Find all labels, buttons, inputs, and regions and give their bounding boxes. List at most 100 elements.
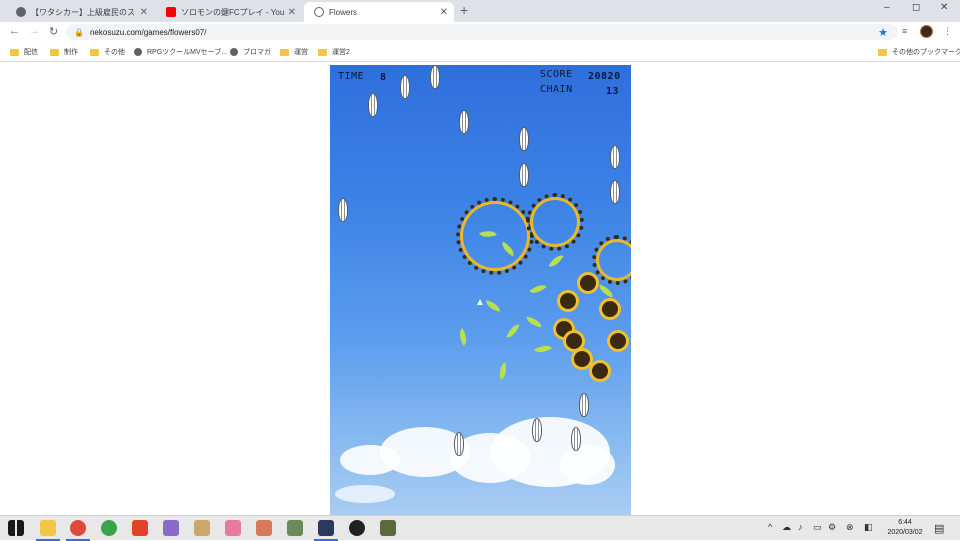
bookmark-label: 運営2 xyxy=(332,49,350,56)
falling-seed xyxy=(610,180,620,204)
other-bookmarks[interactable]: その他のブックマーク xyxy=(878,47,960,57)
falling-seed xyxy=(338,198,348,222)
falling-seed xyxy=(571,427,581,451)
notifications-icon[interactable]: ▤ xyxy=(934,522,944,535)
leaf xyxy=(497,362,509,380)
close-tab-icon[interactable]: ✕ xyxy=(440,7,448,18)
sunflower xyxy=(566,333,582,349)
chain-label: CHAIN xyxy=(540,84,573,95)
folder-icon xyxy=(280,48,289,56)
sunflower-ring xyxy=(526,193,584,251)
clock-date: 2020/03/02 xyxy=(887,529,923,536)
bookmarks-bar: 配信 制作 その他 RPGツクールMVセーブ... ブロマガ 運営 運営2 その… xyxy=(0,42,960,62)
tray-app-icon[interactable]: ◧ xyxy=(864,522,873,533)
url-text: nekosuzu.com/games/flowers07/ xyxy=(89,27,207,37)
tab-1[interactable]: 【ワタシカー】上級雇民のススメ【オンラ ✕ xyxy=(6,2,154,22)
bookmark-label: ブロマガ xyxy=(243,49,271,56)
sunflower xyxy=(592,363,608,379)
bookmark-item[interactable]: 制作 xyxy=(50,47,78,57)
volume-icon[interactable]: ♪ xyxy=(798,522,803,532)
tab-2[interactable]: ソロモンの鍵FCプレイ - YouTube ✕ xyxy=(156,2,302,22)
time-label: TIME xyxy=(338,71,365,82)
file-explorer-icon[interactable] xyxy=(36,520,60,541)
taskbar-clock[interactable]: 6:44 2020/03/02 xyxy=(880,518,930,538)
app-icon[interactable] xyxy=(101,520,117,536)
bookmark-label: 制作 xyxy=(64,49,78,56)
falling-seed xyxy=(532,418,542,442)
profile-avatar[interactable] xyxy=(920,25,933,38)
tab-3-active[interactable]: Flowers ✕ xyxy=(304,2,454,22)
cloud-icon[interactable]: ☁ xyxy=(782,522,791,533)
globe-icon xyxy=(134,48,142,56)
sunflower xyxy=(580,275,596,291)
office-icon[interactable] xyxy=(132,520,148,536)
leaf xyxy=(597,284,615,298)
sunflower xyxy=(574,351,590,367)
tray-chevron-icon[interactable]: ^ xyxy=(768,522,772,532)
youtube-favicon-icon xyxy=(166,7,176,17)
tray-app-icon[interactable]: ⚙ xyxy=(828,522,836,533)
lock-icon: 🔒 xyxy=(74,27,84,37)
bookmark-item[interactable]: RPGツクールMVセーブ... xyxy=(134,47,227,57)
chrome-icon[interactable] xyxy=(66,520,90,541)
sunflower-ring xyxy=(456,197,534,275)
folder-icon xyxy=(10,48,19,56)
leaf xyxy=(548,252,564,270)
falling-seed xyxy=(368,93,378,117)
score-value: 20820 xyxy=(588,71,621,82)
time-value: 8 xyxy=(380,72,387,83)
falling-seed xyxy=(454,432,464,456)
globe-icon xyxy=(230,48,238,56)
leaf xyxy=(529,280,547,298)
app-icon[interactable] xyxy=(314,520,338,541)
bookmark-item[interactable]: 配信 xyxy=(10,47,38,57)
app-icon[interactable] xyxy=(256,520,272,536)
bookmark-label: RPGツクールMVセーブ... xyxy=(147,49,228,56)
falling-seed xyxy=(579,393,589,417)
bookmark-label: その他のブックマーク xyxy=(892,49,960,56)
menu-dots-icon[interactable]: ⋮ xyxy=(943,26,952,37)
sunflower-ring xyxy=(592,235,631,285)
close-window-button[interactable]: ✕ xyxy=(940,2,948,13)
bookmark-item[interactable]: ブロマガ xyxy=(230,47,271,57)
new-tab-button[interactable]: + xyxy=(460,2,468,18)
close-tab-icon[interactable]: ✕ xyxy=(288,7,296,18)
cloud xyxy=(335,485,395,503)
reload-icon[interactable]: ↻ xyxy=(49,25,58,38)
bookmark-label: 運営 xyxy=(294,49,308,56)
falling-seed xyxy=(459,110,469,134)
tray-app-icon[interactable]: ⊗ xyxy=(846,522,854,533)
start-windows-icon[interactable] xyxy=(8,520,24,536)
leaf xyxy=(525,316,543,328)
falling-seed xyxy=(430,65,440,89)
tab-title: 【ワタシカー】上級雇民のススメ【オンラ xyxy=(31,7,136,17)
close-tab-icon[interactable]: ✕ xyxy=(140,7,148,18)
obs-icon[interactable] xyxy=(349,520,365,536)
windows-taskbar: ^ ☁ ♪ ▭ ⚙ ⊗ ◧ 6:44 2020/03/02 ▤ xyxy=(0,515,960,541)
mouse-cursor-icon: ▲ xyxy=(475,297,485,308)
bookmark-label: その他 xyxy=(104,49,125,56)
browser-toolbar: ← → ↻ 🔒 nekosuzu.com/games/flowers07/ ★ … xyxy=(0,22,960,42)
game-canvas[interactable]: TIME 8 SCORE 20820 CHAIN 13 xyxy=(330,65,631,515)
minimize-button[interactable]: – xyxy=(884,2,890,13)
app-icon[interactable] xyxy=(225,520,241,536)
maximize-button[interactable]: ◻ xyxy=(912,2,920,13)
network-icon[interactable]: ▭ xyxy=(813,522,822,533)
bookmark-item[interactable]: その他 xyxy=(90,47,125,57)
app-icon[interactable] xyxy=(194,520,210,536)
forward-arrow-icon[interactable]: → xyxy=(29,25,40,37)
app-icon[interactable] xyxy=(287,520,303,536)
tab-title: Flowers xyxy=(329,7,358,17)
app-icon[interactable] xyxy=(380,520,396,536)
sunflower xyxy=(610,333,626,349)
address-bar[interactable]: 🔒 nekosuzu.com/games/flowers07/ ★ xyxy=(66,24,898,40)
tab-strip: 【ワタシカー】上級雇民のススメ【オンラ ✕ ソロモンの鍵FCプレイ - YouT… xyxy=(0,0,960,22)
bookmark-item[interactable]: 運営 xyxy=(280,47,308,57)
reading-list-icon[interactable]: ≡ xyxy=(902,26,907,36)
app-icon[interactable] xyxy=(163,520,179,536)
bookmark-star-icon[interactable]: ★ xyxy=(878,26,888,39)
back-arrow-icon[interactable]: ← xyxy=(9,25,20,37)
leaf xyxy=(534,341,552,357)
bookmark-item[interactable]: 運営2 xyxy=(318,47,350,57)
sunflower xyxy=(602,301,618,317)
